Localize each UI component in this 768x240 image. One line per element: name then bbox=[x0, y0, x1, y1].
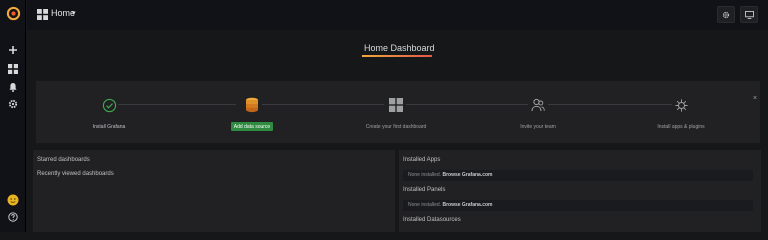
installed-apps-empty: None installed. Browse Grafana.com bbox=[403, 170, 753, 181]
starred-dashboards-heading: Starred dashboards bbox=[37, 157, 90, 163]
step-invite-team-label[interactable]: Invite your team bbox=[520, 124, 556, 130]
title-underline bbox=[362, 55, 432, 57]
user-avatar[interactable] bbox=[5, 192, 21, 208]
dashboard-picker-icon[interactable] bbox=[37, 9, 48, 20]
dashboard-settings-button[interactable] bbox=[717, 6, 735, 23]
installed-datasources-heading: Installed Datasources bbox=[403, 217, 461, 223]
step-install-grafana-label: Install Grafana bbox=[92, 124, 126, 130]
cog-icon bbox=[722, 11, 730, 18]
database-icon[interactable] bbox=[243, 96, 261, 114]
users-icon[interactable] bbox=[529, 96, 547, 114]
none-installed-text: None installed. bbox=[408, 172, 442, 178]
step-install-apps-label[interactable]: Install apps & plugins bbox=[657, 124, 704, 130]
step-connector bbox=[548, 104, 672, 105]
step-connector bbox=[262, 104, 384, 105]
cycle-view-mode-button[interactable] bbox=[740, 6, 758, 23]
close-icon[interactable]: × bbox=[753, 95, 757, 102]
step-connector bbox=[406, 104, 528, 105]
installed-apps-heading: Installed Apps bbox=[403, 157, 441, 163]
browse-grafana-link[interactable]: Browse Grafana.com bbox=[442, 202, 492, 208]
configuration-gear-icon[interactable] bbox=[5, 96, 21, 112]
none-installed-text: None installed. bbox=[408, 202, 442, 208]
dashboard-grid-icon[interactable] bbox=[387, 96, 405, 114]
recent-dashboards-heading: Recently viewed dashboards bbox=[37, 171, 114, 177]
check-circle-icon bbox=[100, 96, 118, 114]
caret-down-icon[interactable]: ▾ bbox=[72, 9, 76, 17]
installed-panels-heading: Installed Panels bbox=[403, 187, 446, 193]
page-title: Home Dashboard bbox=[364, 43, 435, 53]
add-data-source-button[interactable]: Add data source bbox=[231, 122, 273, 131]
grafana-logo-icon[interactable] bbox=[5, 5, 21, 21]
installed-panels-empty: None installed. Browse Grafana.com bbox=[403, 200, 753, 211]
browse-grafana-link[interactable]: Browse Grafana.com bbox=[442, 172, 492, 178]
step-connector bbox=[118, 104, 236, 105]
step-create-dashboard-label[interactable]: Create your first dashboard bbox=[366, 124, 427, 130]
sidebar bbox=[0, 0, 26, 232]
dashboards-icon[interactable] bbox=[5, 61, 21, 77]
create-plus-icon[interactable] bbox=[5, 42, 21, 58]
monitor-icon bbox=[744, 10, 754, 19]
cubes-icon[interactable] bbox=[672, 96, 690, 114]
help-icon[interactable] bbox=[5, 209, 21, 225]
alerting-bell-icon[interactable] bbox=[5, 79, 21, 95]
top-navbar: Home ▾ bbox=[27, 0, 768, 30]
